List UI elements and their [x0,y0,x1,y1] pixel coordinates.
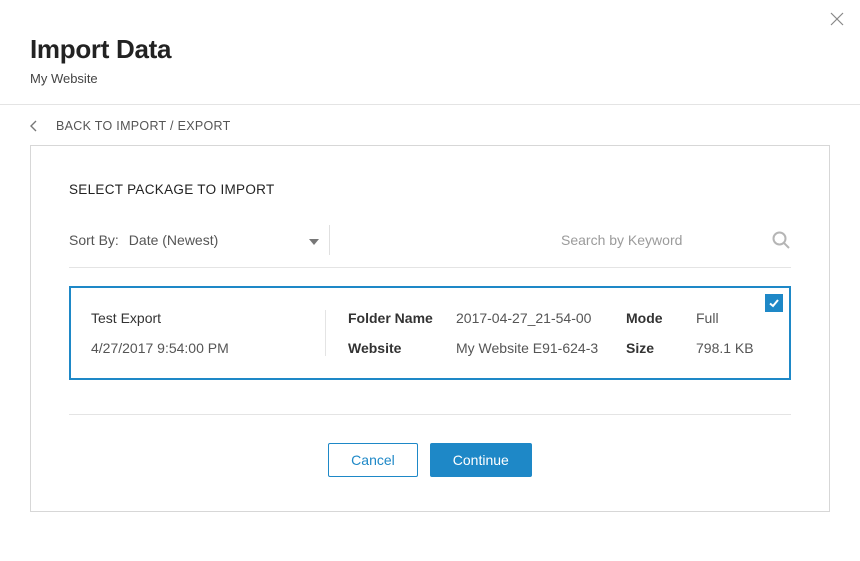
sort-block: Sort By: Date (Newest) [69,232,319,248]
mode-label: Mode [626,310,696,326]
page-title: Import Data [30,34,830,65]
selected-check-icon [765,294,783,312]
vertical-divider [329,225,330,255]
search-block [340,230,791,250]
divider [69,414,791,415]
caret-down-icon [309,232,319,248]
website-value: My Website E91-624-3 [456,340,626,356]
import-panel: SELECT PACKAGE TO IMPORT Sort By: Date (… [30,145,830,512]
package-timestamp: 4/27/2017 9:54:00 PM [91,340,305,356]
close-button[interactable] [830,12,844,26]
package-name: Test Export [91,310,305,326]
search-icon[interactable] [771,230,791,250]
button-row: Cancel Continue [69,443,791,477]
search-input[interactable] [561,232,761,248]
package-card[interactable]: Test Export 4/27/2017 9:54:00 PM Folder … [69,286,791,380]
size-label: Size [626,340,696,356]
continue-button[interactable]: Continue [430,443,532,477]
close-icon [830,12,844,26]
page-subtitle: My Website [30,71,830,86]
folder-name-label: Folder Name [348,310,456,326]
sort-select[interactable]: Date (Newest) [129,232,319,248]
cancel-button[interactable]: Cancel [328,443,418,477]
panel-title: SELECT PACKAGE TO IMPORT [69,182,791,197]
breadcrumb-back[interactable]: BACK TO IMPORT / EXPORT [0,105,860,145]
sort-label: Sort By: [69,232,119,248]
website-label: Website [348,340,456,356]
sort-value: Date (Newest) [129,232,218,248]
size-value: 798.1 KB [696,340,769,356]
mode-value: Full [696,310,769,326]
folder-name-value: 2017-04-27_21-54-00 [456,310,626,326]
sort-search-row: Sort By: Date (Newest) [69,225,791,268]
dialog-header: Import Data My Website [0,0,860,105]
chevron-left-icon [30,120,38,132]
back-label: BACK TO IMPORT / EXPORT [56,119,231,133]
